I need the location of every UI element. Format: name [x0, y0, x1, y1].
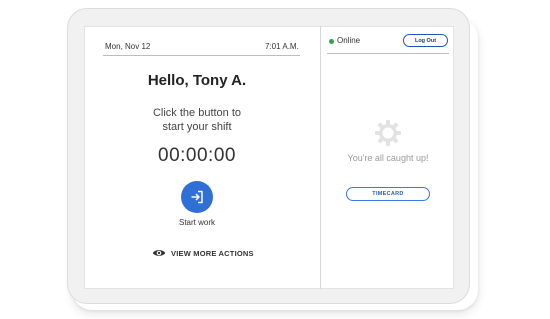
- start-work-label: Start work: [178, 218, 215, 227]
- shift-instruction: Click the button to start your shift: [100, 106, 294, 134]
- online-status-text: Online: [337, 36, 361, 45]
- gear-icon: [375, 120, 401, 146]
- view-more-actions-label: VIEW MORE ACTIONS: [171, 248, 254, 258]
- login-arrow-icon: [191, 190, 203, 204]
- empty-state-text: You're all caught up!: [347, 153, 429, 163]
- online-status-dot: [329, 39, 334, 44]
- start-work-button[interactable]: [181, 181, 213, 213]
- current-time: 7:01 A.M.: [265, 42, 299, 51]
- panel-divider: [320, 26, 321, 289]
- shift-timer: 00:00:00: [158, 145, 236, 166]
- instruction-line-1: Click the button to: [152, 107, 242, 119]
- instruction-line-2: start your shift: [162, 121, 232, 133]
- current-date: Mon, Nov 12: [105, 42, 151, 51]
- eye-icon: [152, 250, 166, 256]
- status-divider: [327, 53, 449, 54]
- view-more-actions-link[interactable]: VIEW MORE ACTIONS: [152, 247, 254, 259]
- greeting-title: Hello, Tony A.: [147, 72, 247, 89]
- stage: Mon, Nov 12 7:01 A.M. Hello, Tony A. Cli…: [0, 0, 550, 319]
- log-out-button[interactable]: Log Out: [403, 34, 448, 47]
- header-divider: [103, 55, 300, 56]
- timecard-button[interactable]: TIMECARD: [346, 187, 430, 201]
